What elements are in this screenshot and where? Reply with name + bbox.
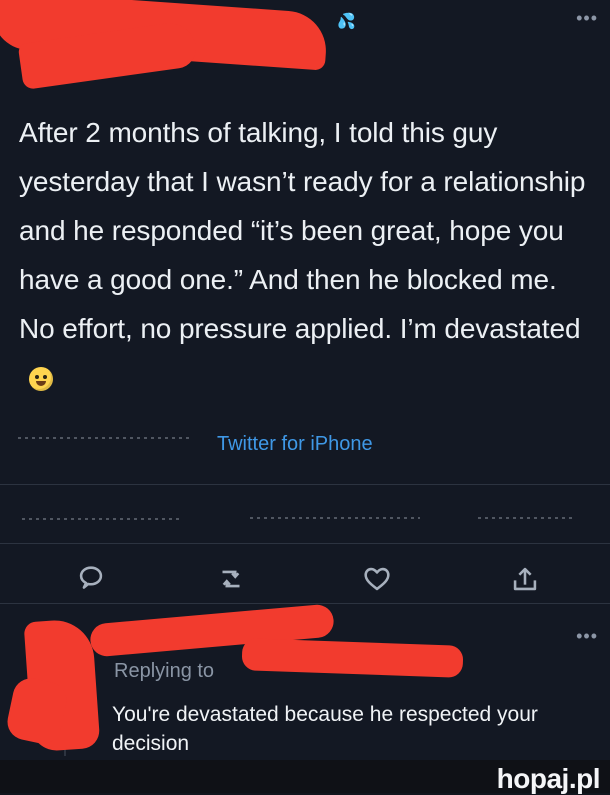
watermark-bar: hopaj.pl	[0, 760, 610, 794]
divider-middle	[0, 543, 610, 544]
divider-bottom	[0, 603, 610, 604]
reply-icon[interactable]	[74, 562, 108, 596]
tired-face-emoji-icon	[29, 367, 53, 391]
divider-top	[0, 484, 610, 485]
tweet-source: Twitter for iPhone	[217, 433, 373, 455]
retweet-icon[interactable]	[214, 562, 248, 596]
blurred-timestamp	[18, 437, 192, 439]
reply-text: You're devastated because he respected y…	[112, 703, 538, 755]
tweet-body-text: After 2 months of talking, I told this g…	[19, 117, 586, 344]
share-icon[interactable]	[508, 562, 542, 596]
tweet-screen: 💦 ••• After 2 months of talking, I told …	[0, 0, 610, 760]
reply-more-options-icon[interactable]: •••	[576, 626, 598, 647]
watermark-logo: hopaj.pl	[496, 763, 601, 794]
teardrop-emoji-icon: 💦	[337, 13, 356, 30]
blurred-stat-retweets	[22, 518, 182, 520]
tweet-body: After 2 months of talking, I told this g…	[19, 108, 593, 402]
like-icon[interactable]	[360, 562, 394, 596]
blurred-stat-quotes	[250, 517, 420, 519]
more-options-icon[interactable]: •••	[576, 8, 598, 29]
redacted-reply-handle	[241, 638, 464, 678]
tweet-actions	[70, 562, 550, 596]
replying-to-label: Replying to	[114, 660, 215, 682]
blurred-stat-likes	[478, 517, 573, 519]
